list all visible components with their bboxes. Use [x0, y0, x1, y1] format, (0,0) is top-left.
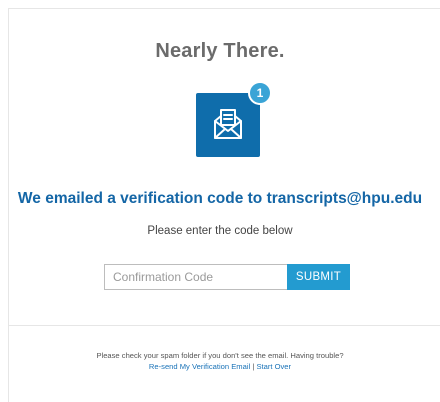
start-over-link[interactable]: Start Over	[256, 362, 291, 371]
link-separator: |	[252, 362, 255, 371]
verification-headline: We emailed a verification code to transc…	[17, 190, 423, 207]
footer-divider	[8, 325, 440, 326]
resend-email-link[interactable]: Re-send My Verification Email	[149, 362, 250, 371]
help-text: Please check your spam folder if you don…	[96, 351, 344, 360]
email-icon-tile	[196, 93, 260, 157]
instruction-text: Please enter the code below	[147, 225, 293, 237]
notification-badge: 1	[248, 81, 272, 105]
page-title: Nearly There.	[155, 40, 285, 62]
envelope-letter-icon	[214, 109, 242, 139]
confirmation-code-input[interactable]	[104, 264, 288, 290]
help-links: Re-send My Verification Email | Start Ov…	[0, 361, 440, 372]
help-section: Please check your spam folder if you don…	[0, 350, 440, 372]
submit-button[interactable]: SUBMIT	[287, 264, 350, 290]
